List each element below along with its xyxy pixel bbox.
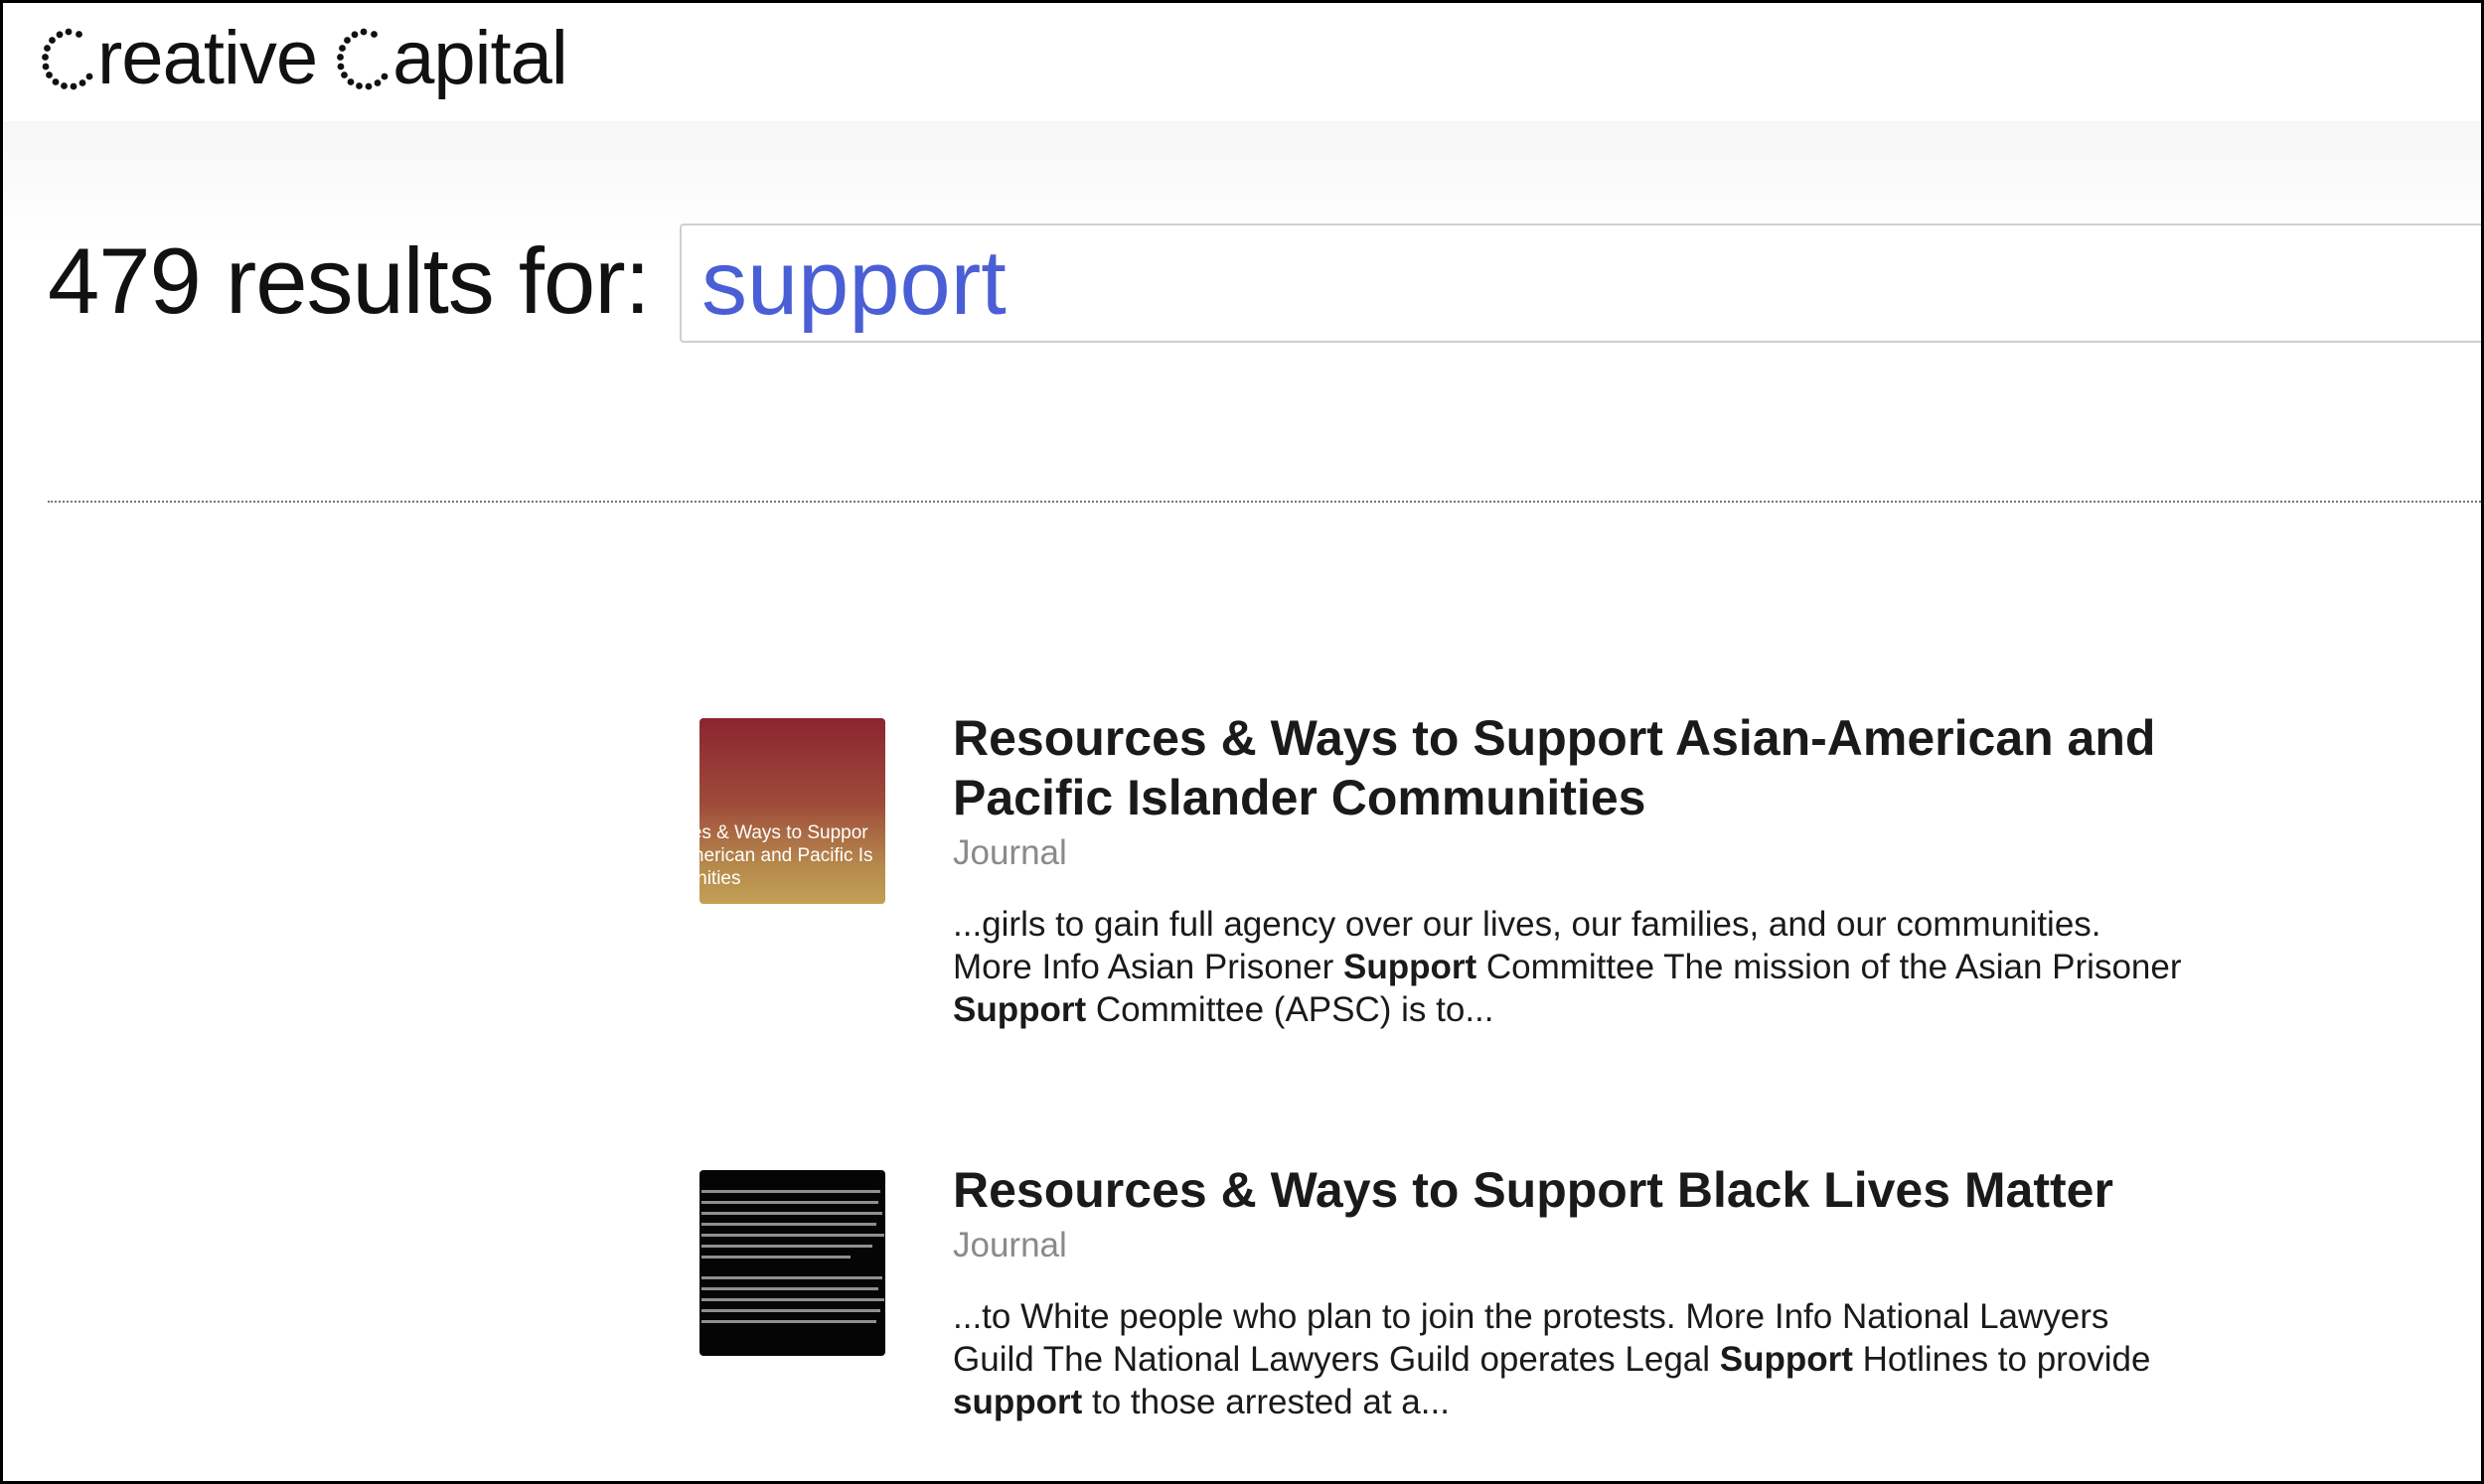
- result-excerpt: ...girls to gain full agency over our li…: [953, 905, 2182, 1029]
- highlighted-term: Support: [953, 990, 1087, 1029]
- result-thumbnail[interactable]: rces & Ways to Suppor American and Pacif…: [699, 718, 885, 904]
- highlighted-term: Support: [1342, 948, 1477, 986]
- logo-dotted-ring-icon-2: [335, 14, 392, 103]
- logo-dotted-ring-icon: [40, 14, 97, 103]
- result-thumbnail[interactable]: [699, 1170, 885, 1356]
- result-title-link[interactable]: Resources & Ways to Support Black Lives …: [953, 1160, 2245, 1220]
- highlighted-term: support: [953, 1383, 1083, 1421]
- result-category: Journal: [953, 833, 1067, 872]
- creative-capital-logo[interactable]: reative apital: [40, 14, 568, 103]
- thumbnail-caption: rces & Ways to Suppor American and Pacif…: [699, 822, 873, 889]
- search-input[interactable]: [680, 223, 2484, 343]
- site-header: reative apital: [0, 0, 2484, 121]
- results-divider: [48, 501, 2484, 503]
- result-category: Journal: [953, 1226, 1067, 1264]
- result-excerpt: ...to White people who plan to join the …: [953, 1297, 2151, 1421]
- thumbnail-text-lines: [701, 1190, 885, 1331]
- logo-word-creative: reative: [97, 16, 318, 100]
- highlighted-term: Support: [1719, 1340, 1853, 1379]
- logo-word-capital: apital: [392, 16, 568, 100]
- results-count-label: 479 results for:: [48, 228, 651, 333]
- result-title-link[interactable]: Resources & Ways to Support Asian-Americ…: [953, 708, 2245, 827]
